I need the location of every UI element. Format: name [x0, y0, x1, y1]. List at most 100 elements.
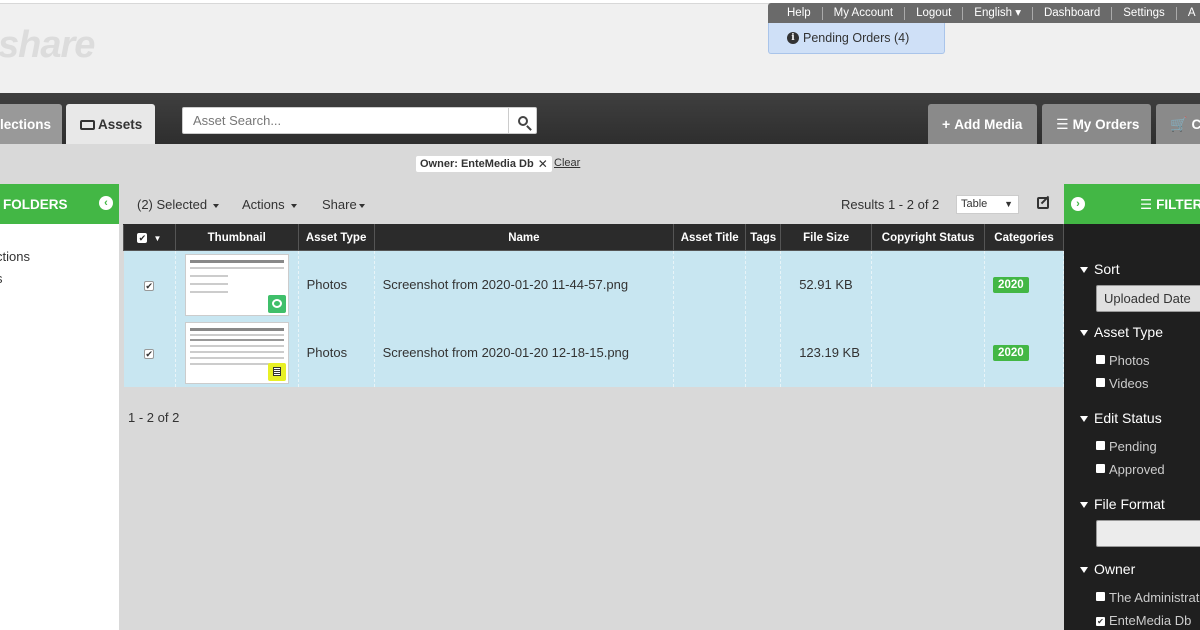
view-mode-select[interactable]: Table ▼	[956, 195, 1019, 214]
remove-filter-icon[interactable]: ✕	[538, 157, 548, 171]
checkbox[interactable]	[1096, 464, 1105, 473]
sort-select[interactable]: Uploaded Date	[1096, 285, 1200, 312]
folders-panel: ctions s	[0, 224, 119, 630]
tab-assets[interactable]: Assets	[66, 104, 155, 145]
category-badge[interactable]: 2020	[993, 277, 1029, 294]
edit-status-section-toggle[interactable]: Edit Status	[1080, 410, 1162, 426]
view-mode-value: Table	[961, 198, 988, 210]
column-header-categories[interactable]: Categories	[984, 224, 1064, 251]
checkbox[interactable]	[1096, 441, 1105, 450]
filter-option-administrator[interactable]: The Administrato	[1096, 590, 1200, 605]
pending-orders-notice[interactable]: i Pending Orders (4)	[768, 23, 945, 54]
file-format-section-toggle[interactable]: File Format	[1080, 496, 1165, 512]
sort-section-toggle[interactable]: Sort	[1080, 261, 1120, 277]
row-checkbox[interactable]: ✔	[144, 349, 155, 359]
search-input[interactable]	[183, 108, 509, 133]
checkbox-checked[interactable]: ✔	[1096, 617, 1105, 626]
column-header-thumbnail[interactable]: Thumbnail	[174, 224, 299, 251]
asset-title-cell	[673, 250, 747, 319]
main-navbar: lections Assets + Add Media ☰ My Orders …	[0, 93, 1200, 145]
help-link[interactable]: Help	[776, 6, 823, 20]
share-dropdown[interactable]: Share	[322, 197, 365, 212]
comment-icon[interactable]	[267, 294, 286, 313]
filter-title-label: FILTER	[1156, 197, 1200, 212]
column-header-file-size[interactable]: File Size	[780, 224, 873, 251]
filter-option-label: The Administrato	[1109, 590, 1200, 605]
edit-icon[interactable]	[1037, 197, 1049, 209]
checkbox[interactable]	[1096, 355, 1105, 364]
search-button[interactable]	[508, 108, 536, 133]
logo[interactable]: share	[0, 24, 95, 67]
logout-link[interactable]: Logout	[905, 6, 964, 20]
asset-type-section-toggle[interactable]: Asset Type	[1080, 324, 1163, 340]
notes-lines-shape	[272, 367, 281, 376]
file-size-cell: 52.91 KB	[780, 250, 873, 319]
pagination-count: 1 - 2 of 2	[128, 410, 180, 425]
clear-filters-link[interactable]: Clear	[554, 157, 580, 169]
add-media-button[interactable]: + Add Media	[928, 104, 1037, 144]
asset-thumbnail[interactable]	[184, 253, 289, 316]
column-header-tags[interactable]: Tags	[745, 224, 782, 251]
row-checkbox[interactable]: ✔	[144, 281, 155, 292]
top-navigation: Help My Account Logout English ▾ Dashboa…	[768, 3, 1200, 23]
asset-thumbnail[interactable]	[184, 321, 289, 384]
dashboard-link[interactable]: Dashboard	[1033, 6, 1113, 20]
filter-option-videos[interactable]: Videos	[1096, 376, 1149, 391]
filter-panel: Sort Uploaded Date Asset Type Photos Vid…	[1064, 224, 1200, 630]
settings-link[interactable]: Settings	[1112, 6, 1177, 20]
thumbnail-header-bar	[189, 259, 284, 263]
folder-item-collections[interactable]: ctions	[0, 249, 30, 264]
column-header-copyright-status[interactable]: Copyright Status	[871, 224, 986, 251]
column-header-name[interactable]: Name	[373, 224, 675, 251]
column-header-asset-title[interactable]: Asset Title	[673, 224, 747, 251]
asset-name-cell[interactable]: Screenshot from 2020-01-20 11-44-57.png	[374, 250, 675, 319]
actions-dropdown[interactable]: Actions	[242, 197, 297, 212]
column-header-asset-type[interactable]: Asset Type	[297, 224, 375, 251]
filter-option-photos[interactable]: Photos	[1096, 353, 1149, 368]
thumbnail-header-bar	[189, 327, 284, 331]
collapse-left-icon[interactable]: ‹	[99, 196, 113, 210]
triangle-down-icon	[1080, 567, 1088, 574]
cart-button[interactable]: 🛒 Ca	[1156, 104, 1200, 144]
tab-collections[interactable]: lections	[0, 104, 62, 144]
notes-icon[interactable]	[267, 362, 286, 381]
more-link[interactable]: A	[1177, 7, 1200, 20]
thumbnail-cell	[175, 318, 299, 387]
cart-icon: 🛒	[1170, 115, 1188, 132]
category-badge[interactable]: 2020	[993, 345, 1029, 361]
caret-down-icon	[358, 203, 365, 208]
actions-label: Actions	[242, 197, 285, 212]
table-header-row: ✔ ▼ Thumbnail Asset Type Name Asset Title…	[123, 224, 1064, 251]
language-dropdown[interactable]: English ▾	[963, 6, 1033, 20]
select-all-header[interactable]: ✔ ▼	[123, 224, 176, 251]
checkbox[interactable]	[1096, 592, 1105, 601]
filter-option-label: Approved	[1109, 462, 1165, 477]
asset-search	[182, 107, 537, 134]
table-row[interactable]: ✔ Photos Screenshot from 2020-01-20 12-1	[123, 318, 1064, 387]
selection-dropdown[interactable]: (2) Selected	[137, 197, 220, 212]
filter-option-approved[interactable]: Approved	[1096, 462, 1165, 477]
thumbnail-line	[189, 338, 284, 341]
copyright-status-cell	[871, 318, 986, 387]
owner-section-toggle[interactable]: Owner	[1080, 561, 1135, 577]
tab-collections-label: lections	[0, 116, 52, 132]
my-orders-button[interactable]: ☰ My Orders	[1042, 104, 1151, 144]
filter-option-pending[interactable]: Pending	[1096, 439, 1157, 454]
collapse-right-icon[interactable]: ›	[1071, 197, 1085, 211]
asset-type-cell: Photos	[298, 318, 375, 387]
filter-list-icon: ☰	[1140, 197, 1153, 212]
tags-cell	[745, 318, 782, 387]
my-account-link[interactable]: My Account	[823, 6, 906, 20]
thumbnail-line	[189, 274, 228, 277]
folder-item-assets[interactable]: s	[0, 271, 3, 286]
filter-option-entemedia-db[interactable]: ✔ EnteMedia Db	[1096, 613, 1191, 628]
file-size-cell: 123.19 KB	[780, 318, 873, 387]
asset-name-cell[interactable]: Screenshot from 2020-01-20 12-18-15.png	[374, 318, 675, 387]
thumbnail-cell	[175, 250, 299, 319]
results-toolbar: (2) Selected Actions Share Results 1 - 2…	[119, 184, 1064, 224]
sort-section-label: Sort	[1094, 261, 1120, 277]
thumbnail-line	[189, 266, 284, 269]
table-row[interactable]: ✔ Photos Screenshot from 2020-01-20 11-4…	[123, 250, 1064, 319]
file-format-input[interactable]	[1096, 520, 1200, 547]
checkbox[interactable]	[1096, 378, 1105, 387]
